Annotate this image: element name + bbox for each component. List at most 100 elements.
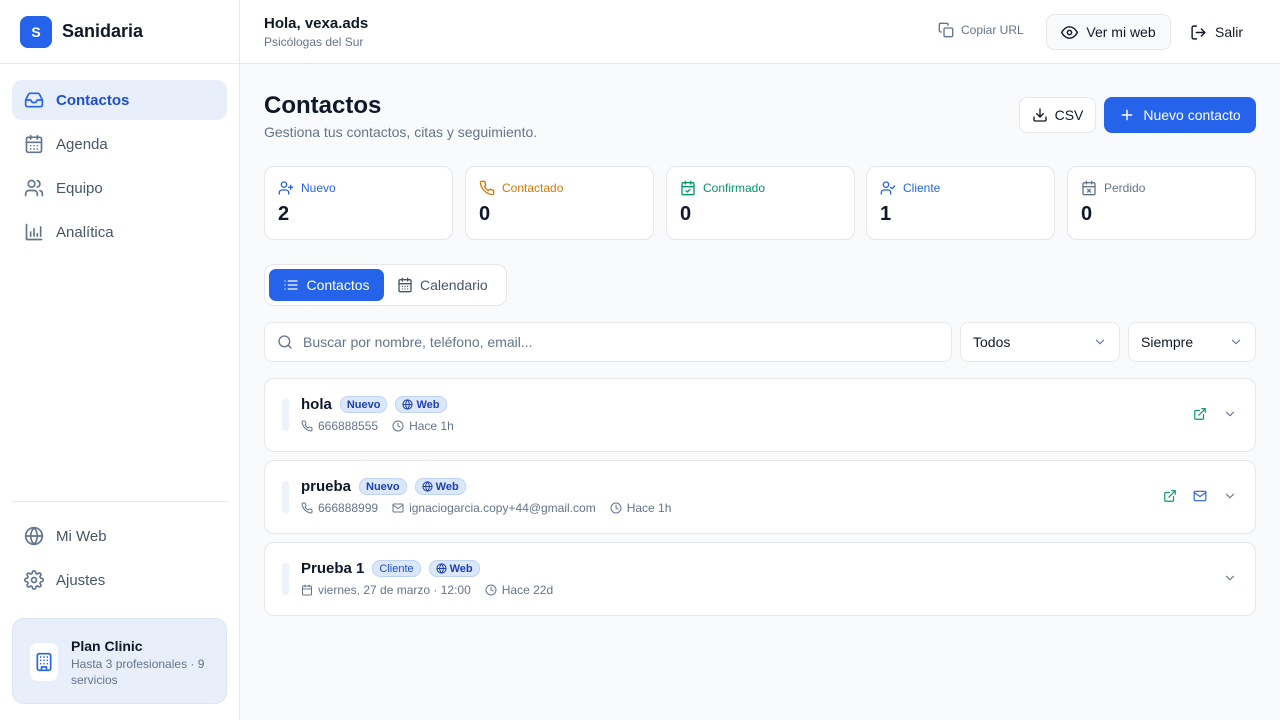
brand-name: Sanidaria	[62, 21, 144, 41]
contact-row[interactable]: prueba Nuevo Web 666888999 ignaciogarcia…	[264, 460, 1256, 534]
sidebar-item-contactos[interactable]: Contactos	[12, 80, 227, 120]
source-badge: Web	[414, 478, 466, 495]
logout-icon	[1190, 24, 1207, 41]
calendar-check-icon	[680, 180, 696, 196]
stat-value: 0	[479, 203, 491, 225]
organization-name: Psicólogas del Sur	[264, 35, 364, 49]
stat-card-cliente[interactable]: Cliente 1	[866, 166, 1055, 240]
logout-label: Salir	[1215, 24, 1244, 40]
stat-header: Perdido	[1081, 180, 1145, 196]
row-indicator	[282, 399, 289, 431]
sidebar-item-analitica[interactable]: Analítica	[12, 212, 227, 252]
sidebar-item-label: Ajustes	[56, 571, 106, 589]
sidebar-item-label: Mi Web	[56, 527, 107, 545]
stat-header: Nuevo	[278, 180, 336, 196]
mail-icon[interactable]	[1193, 489, 1207, 503]
calendar-icon	[24, 134, 44, 154]
building-icon	[30, 643, 58, 681]
tab-calendario[interactable]: Calendario	[393, 269, 503, 301]
brand[interactable]: S Sanidaria	[0, 0, 239, 64]
mail-icon	[392, 502, 404, 514]
tab-label: Calendario	[420, 277, 488, 293]
phone-icon	[479, 180, 495, 196]
status-filter-value: Todos	[973, 334, 1011, 350]
sidebar-item-agenda[interactable]: Agenda	[12, 124, 227, 164]
inbox-icon	[24, 90, 44, 110]
stat-value: 1	[880, 203, 892, 225]
calendar-x-icon	[1081, 180, 1097, 196]
stat-label: Perdido	[1104, 181, 1146, 195]
stat-label: Contactado	[502, 181, 564, 195]
time-value: Hace 1h	[626, 501, 672, 515]
external-link-icon[interactable]	[1163, 489, 1177, 503]
row-meta: viernes, 27 de marzo · 12:00 Hace 22d	[301, 583, 553, 597]
phone-icon	[301, 420, 313, 432]
calendar-icon	[397, 277, 413, 293]
stat-card-perdido[interactable]: Perdido 0	[1067, 166, 1256, 240]
copy-icon	[938, 22, 954, 38]
contact-row[interactable]: hola Nuevo Web 666888555 Hace 1h	[264, 378, 1256, 452]
tab-label: Contactos	[306, 277, 370, 293]
phone-value: 666888555	[318, 419, 379, 433]
row-indicator	[282, 481, 289, 513]
row-header: hola Nuevo Web	[301, 396, 447, 413]
stat-card-contactado[interactable]: Contactado 0	[465, 166, 654, 240]
contact-row[interactable]: Prueba 1 Cliente Web viernes, 27 de marz…	[264, 542, 1256, 616]
sidebar: S Sanidaria Contactos Agenda Equipo Anal…	[0, 0, 240, 720]
source-label: Web	[435, 480, 459, 493]
source-label: Web	[449, 562, 473, 575]
stat-label: Cliente	[903, 181, 941, 195]
row-meta: 666888999 ignaciogarcia.copy+44@gmail.co…	[301, 501, 671, 515]
stat-header: Confirmado	[680, 180, 765, 196]
contact-phone: 666888999	[301, 501, 378, 515]
stat-card-confirmado[interactable]: Confirmado 0	[666, 166, 855, 240]
stat-value: 0	[680, 203, 692, 225]
sidebar-item-mi-web[interactable]: Mi Web	[12, 516, 227, 556]
row-header: Prueba 1 Cliente Web	[301, 560, 480, 577]
time-filter-value: Siempre	[1141, 334, 1194, 350]
status-filter-select[interactable]: Todos	[960, 322, 1120, 362]
sidebar-item-equipo[interactable]: Equipo	[12, 168, 227, 208]
row-actions	[1193, 407, 1237, 421]
brand-logo: S	[20, 15, 52, 48]
chevron-down-icon[interactable]	[1223, 489, 1237, 503]
status-badge: Nuevo	[339, 396, 388, 413]
row-actions	[1163, 489, 1237, 503]
copy-url-button[interactable]: Copiar URL	[938, 22, 1024, 38]
contact-name: hola	[301, 396, 332, 413]
contact-name: prueba	[301, 478, 352, 495]
download-icon	[1032, 107, 1048, 123]
globe-icon	[402, 399, 414, 410]
tab-contactos[interactable]: Contactos	[269, 269, 384, 301]
time-value: Hace 1h	[409, 419, 454, 433]
external-link-icon[interactable]	[1193, 407, 1207, 421]
sidebar-nav: Contactos Agenda Equipo Analítica	[0, 64, 239, 252]
stat-header: Cliente	[880, 180, 940, 196]
view-site-button[interactable]: Ver mi web	[1046, 14, 1171, 50]
time-filter-select[interactable]: Siempre	[1128, 322, 1256, 362]
list-icon	[283, 277, 299, 293]
user-check-icon	[880, 180, 896, 196]
row-header: prueba Nuevo Web	[301, 478, 466, 495]
clock-icon	[485, 584, 497, 596]
search-input[interactable]	[303, 334, 923, 350]
export-csv-button[interactable]: CSV	[1019, 97, 1096, 133]
email-value: ignaciogarcia.copy+44@gmail.com	[409, 501, 596, 515]
user-plus-icon	[278, 180, 294, 196]
users-icon	[24, 178, 44, 198]
sidebar-item-ajustes[interactable]: Ajustes	[12, 560, 227, 600]
globe-icon	[422, 481, 433, 492]
logout-button[interactable]: Salir	[1190, 14, 1243, 50]
row-actions	[1223, 571, 1237, 585]
source-badge: Web	[395, 396, 447, 413]
new-contact-button[interactable]: Nuevo contacto	[1104, 97, 1256, 133]
plan-card[interactable]: Plan Clinic Hasta 3 profesionales · 9 se…	[12, 618, 227, 704]
contact-name: Prueba 1	[301, 560, 365, 577]
stat-card-nuevo[interactable]: Nuevo 2	[264, 166, 453, 240]
greeting: Hola, vexa.ads	[264, 15, 369, 32]
source-label: Web	[416, 398, 440, 411]
chevron-down-icon[interactable]	[1223, 571, 1237, 585]
clock-icon	[392, 420, 404, 432]
source-badge: Web	[428, 560, 480, 577]
chevron-down-icon[interactable]	[1223, 407, 1237, 421]
